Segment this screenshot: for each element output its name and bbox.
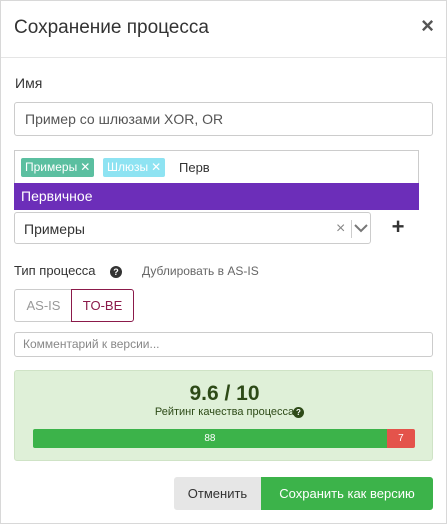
rating-label: Рейтинг качества процесса	[154, 406, 295, 418]
process-type-label: Тип процесса	[14, 263, 96, 278]
cancel-button[interactable]: Отменить	[174, 477, 261, 510]
folder-select[interactable]: Примеры ×	[14, 212, 371, 244]
select-divider	[351, 220, 352, 238]
duplicate-as-is-label[interactable]: Дублировать в AS-IS	[142, 264, 259, 278]
save-version-button[interactable]: Сохранить как версию	[261, 477, 433, 510]
name-input[interactable]: Пример со шлюзами XOR, OR	[14, 102, 433, 136]
dialog-header: Сохранение процесса ×	[1, 1, 446, 58]
rating-score: 9.6 / 10	[189, 382, 260, 405]
rating-bar-good: 88	[33, 429, 387, 448]
rating-bar: 88 7	[33, 429, 415, 448]
as-is-toggle[interactable]: AS-IS	[14, 289, 72, 322]
comment-input[interactable]: Комментарий к версии...	[14, 332, 433, 357]
save-process-dialog: Сохранение процесса × Имя Пример со шлюз…	[0, 0, 447, 524]
tag-label: Шлюзы	[107, 160, 149, 174]
folder-select-value: Примеры	[24, 221, 85, 237]
tag-primery: Примеры ✕	[21, 158, 95, 177]
to-be-toggle[interactable]: TO-BE	[71, 289, 134, 322]
rating-bar-bad: 7	[386, 429, 415, 448]
tag-label: Примеры	[25, 160, 78, 174]
question-icon[interactable]: ?	[293, 407, 304, 418]
clear-icon[interactable]: ×	[336, 213, 345, 245]
tags-input[interactable]: Примеры ✕ Шлюзы ✕ Перв	[14, 150, 419, 183]
chevron-down-icon[interactable]	[354, 221, 368, 235]
question-icon[interactable]: ?	[110, 266, 122, 278]
tag-search-text[interactable]: Перв	[179, 158, 210, 177]
close-icon[interactable]: ×	[421, 15, 434, 37]
add-folder-button[interactable]: +	[387, 214, 409, 240]
name-label: Имя	[15, 75, 43, 91]
quality-rating-panel: 9.6 / 10 Рейтинг качества процесса ? 88 …	[14, 370, 433, 461]
tag-remove-icon[interactable]: ✕	[80, 160, 90, 174]
tag-remove-icon[interactable]: ✕	[151, 160, 161, 174]
dialog-title: Сохранение процесса	[14, 17, 209, 38]
tag-dropdown-option[interactable]: Первичное	[14, 183, 419, 210]
tag-shlyuzy: Шлюзы ✕	[103, 158, 166, 177]
